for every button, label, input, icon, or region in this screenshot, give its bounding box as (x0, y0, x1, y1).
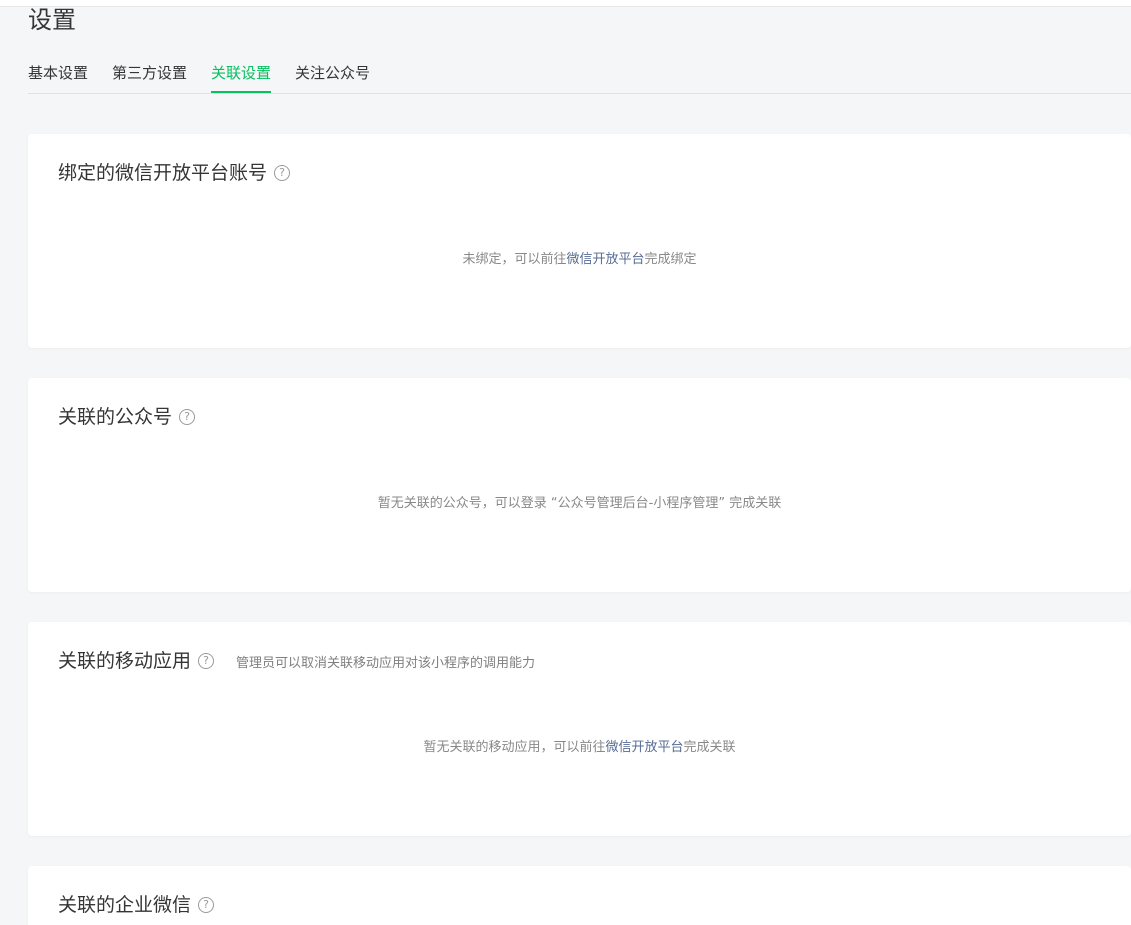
empty-text-suffix: 完成绑定 (644, 252, 697, 267)
card-title: 关联的移动应用 (58, 650, 192, 672)
tab-third-party-settings[interactable]: 第三方设置 (112, 55, 187, 93)
empty-state: 暂无关联的移动应用，可以前往微信开放平台完成关联 (28, 736, 1131, 755)
page-title: 设置 (28, 6, 76, 34)
card-title: 绑定的微信开放平台账号 (58, 162, 268, 184)
tab-basic-settings[interactable]: 基本设置 (28, 55, 88, 93)
question-circle-icon[interactable]: ? (179, 409, 196, 425)
card-title: 关联的企业微信 (58, 894, 192, 916)
empty-state: 暂无关联的公众号，可以登录 “公众号管理后台-小程序管理” 完成关联 (28, 492, 1131, 511)
open-platform-link[interactable]: 微信开放平台 (605, 740, 683, 755)
mobile-app-card: 关联的移动应用 ? 管理员可以取消关联移动应用对该小程序的调用能力 暂无关联的移… (28, 622, 1131, 836)
card-header: 关联的公众号 ? (58, 402, 196, 432)
empty-text: 未绑定，可以前往 (462, 252, 567, 267)
question-circle-icon[interactable]: ? (198, 897, 215, 913)
card-header: 关联的企业微信 ? (58, 890, 215, 920)
question-circle-icon[interactable]: ? (274, 165, 291, 181)
empty-state: 未绑定，可以前往微信开放平台完成绑定 (28, 248, 1131, 267)
empty-text: 暂无关联的公众号，可以登录 “公众号管理后台-小程序管理” 完成关联 (377, 496, 782, 511)
settings-tabs: 基本设置 第三方设置 关联设置 关注公众号 (28, 55, 1131, 94)
open-platform-card: 绑定的微信开放平台账号 ? 未绑定，可以前往微信开放平台完成绑定 (28, 134, 1131, 348)
empty-text: 暂无关联的移动应用，可以前往 (423, 740, 606, 755)
empty-text-suffix: 完成关联 (683, 740, 736, 755)
card-header: 绑定的微信开放平台账号 ? (58, 158, 291, 188)
top-bar (0, 0, 1131, 7)
card-header: 关联的移动应用 ? 管理员可以取消关联移动应用对该小程序的调用能力 (58, 646, 535, 676)
official-account-card: 关联的公众号 ? 暂无关联的公众号，可以登录 “公众号管理后台-小程序管理” 完… (28, 378, 1131, 592)
question-circle-icon[interactable]: ? (198, 653, 215, 669)
card-title: 关联的公众号 (58, 406, 173, 428)
wecom-card: 关联的企业微信 ? (28, 866, 1131, 925)
open-platform-link[interactable]: 微信开放平台 (566, 252, 644, 267)
tab-association-settings[interactable]: 关联设置 (211, 55, 272, 93)
card-description: 管理员可以取消关联移动应用对该小程序的调用能力 (236, 655, 536, 671)
tab-follow-official-account[interactable]: 关注公众号 (295, 55, 370, 93)
